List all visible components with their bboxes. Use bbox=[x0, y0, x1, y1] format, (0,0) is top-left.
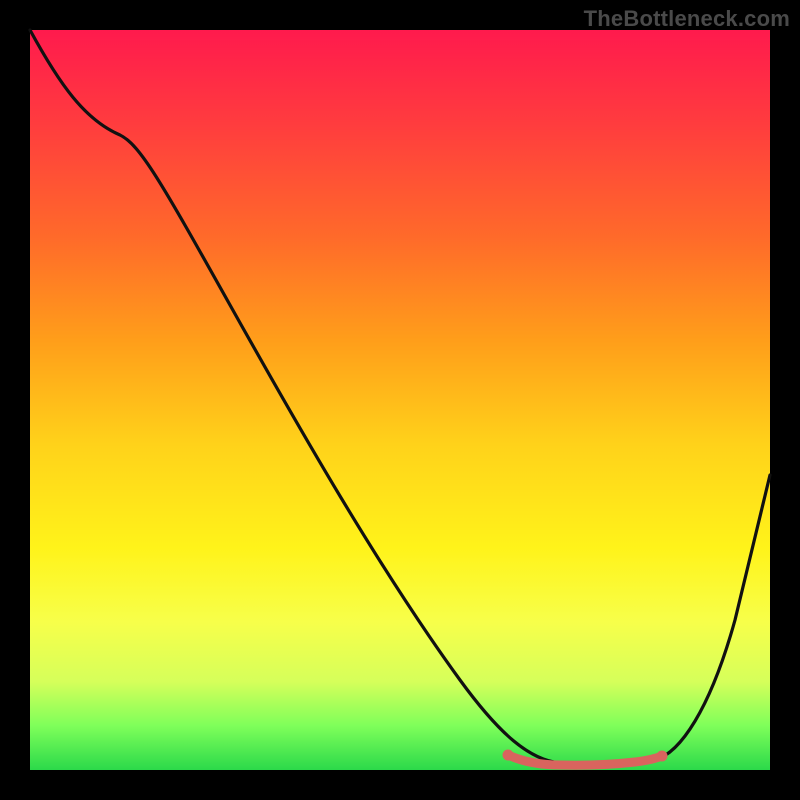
curve-layer bbox=[30, 30, 770, 770]
accent-dot-mid2 bbox=[591, 761, 599, 769]
accent-dot-right bbox=[657, 751, 668, 762]
accent-valley bbox=[508, 755, 662, 765]
accent-dot-mid1 bbox=[571, 761, 579, 769]
accent-dot-mid3 bbox=[614, 760, 622, 768]
chart-frame: TheBottleneck.com bbox=[0, 0, 800, 800]
watermark: TheBottleneck.com bbox=[584, 6, 790, 32]
bottleneck-curve bbox=[30, 30, 770, 765]
plot-area bbox=[30, 30, 770, 770]
accent-dot-left bbox=[503, 750, 514, 761]
